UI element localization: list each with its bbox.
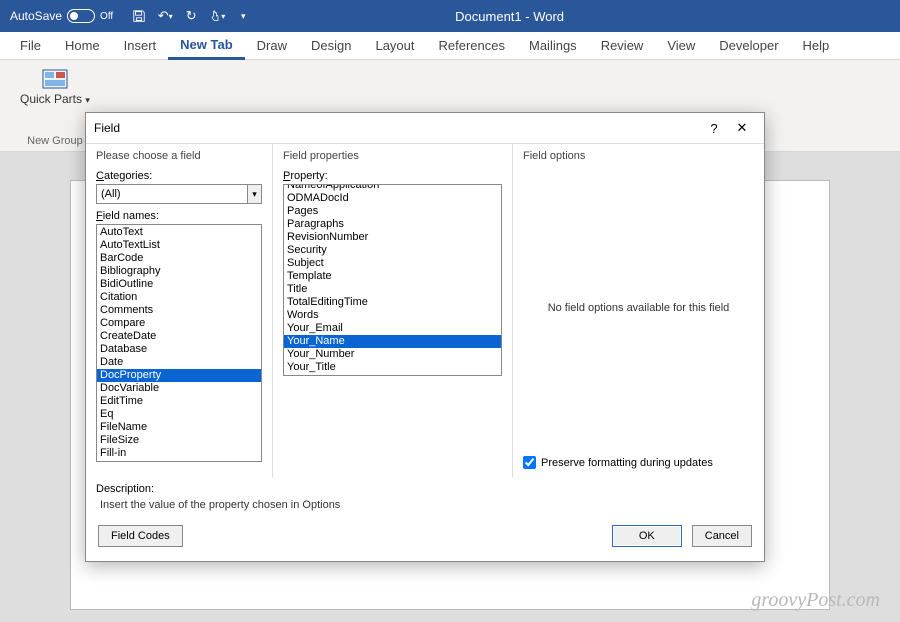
tab-home[interactable]: Home <box>53 32 112 60</box>
dialog-footer: Field Codes OK Cancel <box>86 519 764 561</box>
property-label: Property: <box>283 168 502 184</box>
list-item[interactable]: Your_Email <box>284 322 501 335</box>
list-item[interactable]: Database <box>97 343 261 356</box>
field-names-label: Field names: <box>96 208 262 224</box>
list-item[interactable]: ODMADocId <box>284 192 501 205</box>
autosave-toggle[interactable]: AutoSave Off <box>0 9 123 23</box>
categories-input[interactable] <box>97 185 247 203</box>
preserve-formatting-label: Preserve formatting during updates <box>541 457 713 469</box>
list-item[interactable]: Title <box>284 283 501 296</box>
list-item[interactable]: Your_Number <box>284 348 501 361</box>
list-item[interactable]: TotalEditingTime <box>284 296 501 309</box>
list-item[interactable]: Subject <box>284 257 501 270</box>
property-listbox[interactable]: NameofApplicationODMADocIdPagesParagraph… <box>283 184 502 376</box>
tab-help[interactable]: Help <box>791 32 842 60</box>
tab-design[interactable]: Design <box>299 32 363 60</box>
pane-field-properties: Field properties Property: NameofApplica… <box>272 143 512 477</box>
list-item[interactable]: CreateDate <box>97 330 261 343</box>
watermark: groovyPost.com <box>751 589 880 612</box>
list-item[interactable]: Citation <box>97 291 261 304</box>
tab-layout[interactable]: Layout <box>363 32 426 60</box>
redo-icon[interactable]: ↻ <box>183 8 199 24</box>
list-item[interactable]: Security <box>284 244 501 257</box>
list-item[interactable]: BidiOutline <box>97 278 261 291</box>
field-names-listbox[interactable]: AutoTextAutoTextListBarCodeBibliographyB… <box>96 224 262 462</box>
tab-insert[interactable]: Insert <box>112 32 169 60</box>
list-item[interactable]: EditTime <box>97 395 261 408</box>
list-item[interactable]: Your_Name <box>284 335 501 348</box>
dialog-title: Field <box>94 121 120 135</box>
list-item[interactable]: Fill-in <box>97 447 261 460</box>
list-item[interactable]: DocVariable <box>97 382 261 395</box>
quick-parts-button[interactable]: Quick Parts ▾ <box>16 64 94 110</box>
list-item[interactable]: Bibliography <box>97 265 261 278</box>
help-button[interactable]: ? <box>700 121 728 136</box>
autosave-label: AutoSave <box>10 9 62 23</box>
list-item[interactable]: DocProperty <box>97 369 261 382</box>
cancel-button[interactable]: Cancel <box>692 525 752 547</box>
list-item[interactable]: BarCode <box>97 252 261 265</box>
ribbon-tabs: FileHomeInsertNew TabDrawDesignLayoutRef… <box>0 32 900 60</box>
quick-parts-label: Quick Parts ▾ <box>20 92 90 106</box>
list-item[interactable]: AutoTextList <box>97 239 261 252</box>
tab-view[interactable]: View <box>655 32 707 60</box>
list-item[interactable]: Comments <box>97 304 261 317</box>
list-item[interactable]: FileName <box>97 421 261 434</box>
document-title: Document1 - Word <box>259 9 760 24</box>
right-heading: Field options <box>523 150 754 168</box>
tab-new-tab[interactable]: New Tab <box>168 32 245 60</box>
tab-mailings[interactable]: Mailings <box>517 32 589 60</box>
list-item[interactable]: NameofApplication <box>284 184 501 192</box>
list-item[interactable]: Paragraphs <box>284 218 501 231</box>
categories-combo[interactable]: ▾ <box>96 184 262 204</box>
pane-choose-field: Please choose a field Categories: ▾ Fiel… <box>86 143 272 477</box>
list-item[interactable]: AutoText <box>97 226 261 239</box>
list-item[interactable]: FileSize <box>97 434 261 447</box>
list-item[interactable]: Compare <box>97 317 261 330</box>
tab-draw[interactable]: Draw <box>245 32 299 60</box>
list-item[interactable]: Pages <box>284 205 501 218</box>
toggle-switch[interactable] <box>67 9 95 23</box>
list-item[interactable]: Eq <box>97 408 261 421</box>
autosave-state: Off <box>100 11 113 22</box>
tab-references[interactable]: References <box>427 32 517 60</box>
save-icon[interactable] <box>131 8 147 24</box>
touch-mode-icon[interactable]: ▾ <box>209 8 225 24</box>
tab-review[interactable]: Review <box>589 32 656 60</box>
tab-file[interactable]: File <box>8 32 53 60</box>
qat-customize-icon[interactable]: ▾ <box>235 8 251 24</box>
quick-access-toolbar: ↶▾ ↻ ▾ ▾ <box>123 8 259 24</box>
no-options-message: No field options available for this fiel… <box>523 168 754 448</box>
ribbon-group-label: New Group <box>27 135 83 147</box>
field-codes-button[interactable]: Field Codes <box>98 525 183 547</box>
close-button[interactable]: ✕ <box>728 120 756 136</box>
ok-button[interactable]: OK <box>612 525 682 547</box>
tab-developer[interactable]: Developer <box>707 32 790 60</box>
pane-field-options: Field options No field options available… <box>512 143 764 477</box>
list-item[interactable]: Date <box>97 356 261 369</box>
list-item[interactable]: Words <box>284 309 501 322</box>
dialog-titlebar[interactable]: Field ? ✕ <box>86 113 764 143</box>
description-text: Insert the value of the property chosen … <box>86 497 764 519</box>
titlebar: AutoSave Off ↶▾ ↻ ▾ ▾ Document1 - Word <box>0 0 900 32</box>
list-item[interactable]: RevisionNumber <box>284 231 501 244</box>
list-item[interactable]: Your_Title <box>284 361 501 374</box>
chevron-down-icon[interactable]: ▾ <box>247 185 261 203</box>
description-label: Description: <box>86 477 764 497</box>
categories-label: Categories: <box>96 168 262 184</box>
field-dialog: Field ? ✕ Please choose a field Categori… <box>85 112 765 562</box>
preserve-formatting-checkbox[interactable] <box>523 456 536 469</box>
undo-icon[interactable]: ↶▾ <box>157 8 173 24</box>
left-heading: Please choose a field <box>96 150 262 168</box>
quick-parts-icon <box>41 68 69 90</box>
mid-heading: Field properties <box>283 150 502 168</box>
list-item[interactable]: Template <box>284 270 501 283</box>
